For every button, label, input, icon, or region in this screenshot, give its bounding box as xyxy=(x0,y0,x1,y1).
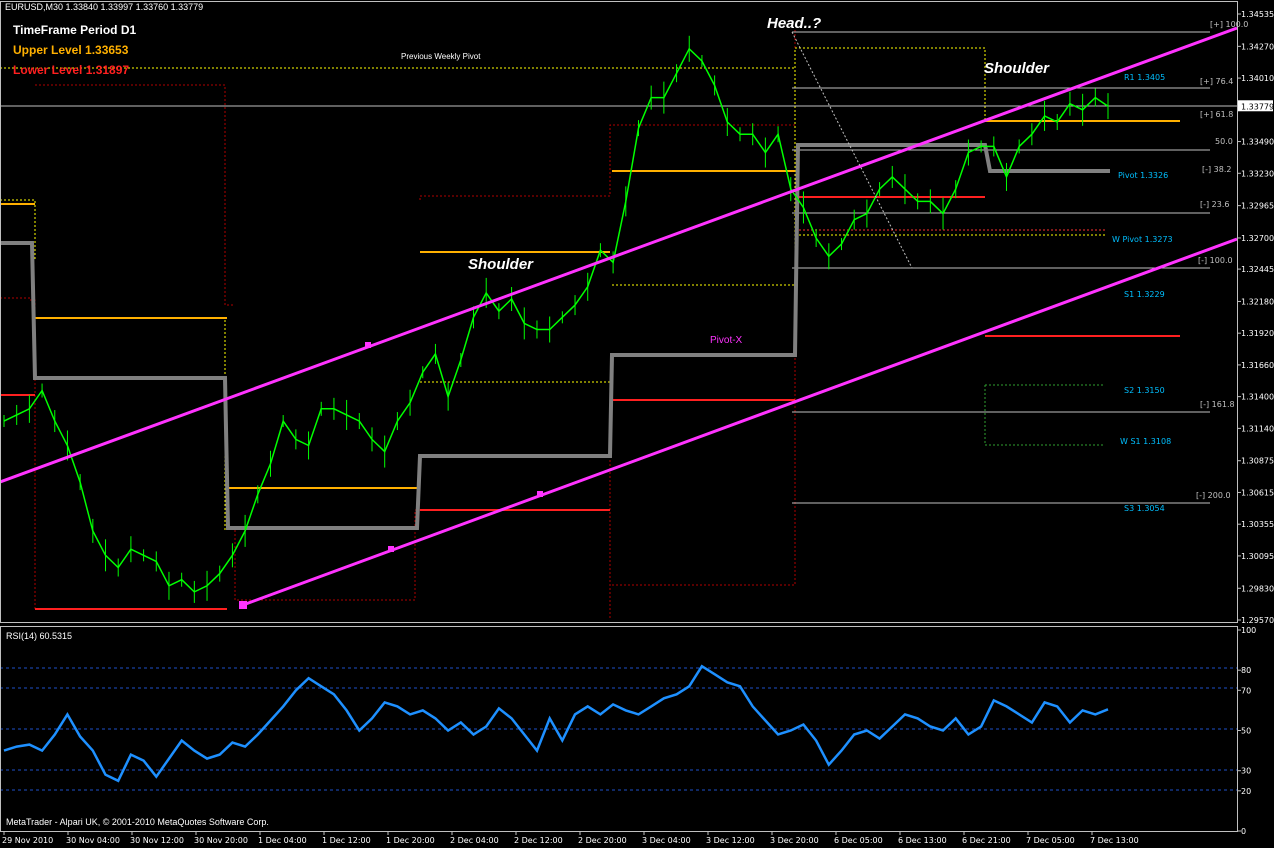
time-tick-label: 6 Dec 05:00 xyxy=(834,836,883,845)
time-tick-label: 1 Dec 12:00 xyxy=(322,836,371,845)
time-tick-label: 6 Dec 13:00 xyxy=(898,836,947,845)
chart-canvas: 1.34535 1.34270 1.34010 1.33779 1.33490 1.332… xyxy=(0,1,1274,845)
rsi-tick-label: 80 xyxy=(1241,666,1251,675)
level-label: W Pivot 1.3273 xyxy=(1112,235,1173,244)
level-label: [-] 38.2 xyxy=(1202,165,1231,174)
level-label: [-] 200.0 xyxy=(1196,491,1231,500)
copyright-text: MetaTrader - Alpari UK, © 2001-2010 Meta… xyxy=(6,817,269,827)
current-price-label: 1.33779 xyxy=(1241,102,1274,111)
trendline-anchor-1[interactable] xyxy=(239,601,247,609)
price-tick-label: 1.33230 xyxy=(1241,169,1274,178)
trendline-anchor-4[interactable] xyxy=(537,491,543,497)
time-tick-label: 7 Dec 13:00 xyxy=(1090,836,1139,845)
level-label: Pivot 1.3326 xyxy=(1118,171,1168,180)
right-shoulder-annotation: Shoulder xyxy=(984,60,1050,77)
time-tick-label: 3 Dec 04:00 xyxy=(642,836,691,845)
rsi-tick-label: 70 xyxy=(1241,686,1251,695)
price-tick-label: 1.33490 xyxy=(1241,138,1274,147)
price-axis: 1.34535 1.34270 1.34010 1.33779 1.33490 1.332… xyxy=(1237,10,1274,625)
price-tick-label: 1.30355 xyxy=(1241,520,1274,529)
time-tick-label: 1 Dec 04:00 xyxy=(258,836,307,845)
price-tick-label: 1.31920 xyxy=(1241,329,1274,338)
timeframe-label: TimeFrame Period D1 xyxy=(13,23,137,37)
level-label: [-] 161.8 xyxy=(1200,400,1235,409)
price-tick-label: 1.31660 xyxy=(1241,361,1274,370)
time-tick-label: 7 Dec 05:00 xyxy=(1026,836,1075,845)
level-label: [+] 76.4 xyxy=(1200,77,1233,86)
price-tick-label: 1.34270 xyxy=(1241,42,1274,51)
price-tick-label: 1.30615 xyxy=(1241,488,1274,497)
price-tick-label: 1.31140 xyxy=(1241,424,1274,433)
time-tick-label: 3 Dec 12:00 xyxy=(706,836,755,845)
level-label: [-] 100.0 xyxy=(1198,256,1233,265)
trendline-anchor-3[interactable] xyxy=(388,546,394,552)
price-tick-label: 1.32180 xyxy=(1241,297,1274,306)
time-axis: 29 Nov 2010 30 Nov 04:00 30 Nov 12:00 30 No… xyxy=(2,831,1139,845)
time-tick-label: 6 Dec 21:00 xyxy=(962,836,1011,845)
time-tick-label: 3 Dec 20:00 xyxy=(770,836,819,845)
price-tick-label: 1.34010 xyxy=(1241,74,1274,83)
price-tick-label: 1.29570 xyxy=(1241,616,1274,625)
price-tick-label: 1.30095 xyxy=(1241,552,1274,561)
upper-level-label: Upper Level 1.33653 xyxy=(13,43,129,57)
price-tick-label: 1.30875 xyxy=(1241,457,1274,466)
level-label: S3 1.3054 xyxy=(1124,504,1165,513)
time-tick-label: 30 Nov 12:00 xyxy=(130,836,184,845)
price-tick-label: 1.32445 xyxy=(1241,265,1274,274)
level-label: [-] 23.6 xyxy=(1200,200,1229,209)
level-label: S1 1.3229 xyxy=(1124,290,1165,299)
time-tick-label: 2 Dec 12:00 xyxy=(514,836,563,845)
price-tick-label: 1.32700 xyxy=(1241,234,1274,243)
level-label: W S1 1.3108 xyxy=(1120,437,1171,446)
symbol-line: EURUSD,M30 1.33840 1.33997 1.33760 1.337… xyxy=(5,2,204,12)
rsi-label: RSI(14) 60.5315 xyxy=(6,631,73,641)
rsi-axis: 100 80 70 50 30 20 0 xyxy=(1237,626,1256,836)
price-tick-label: 1.32965 xyxy=(1241,202,1274,211)
level-label: R1 1.3405 xyxy=(1124,73,1165,82)
time-tick-label: 30 Nov 04:00 xyxy=(66,836,120,845)
rsi-tick-label: 50 xyxy=(1241,727,1251,736)
lower-level-label: Lower Level 1.31897 xyxy=(13,63,130,77)
time-tick-label: 30 Nov 20:00 xyxy=(194,836,248,845)
rsi-tick-label: 0 xyxy=(1241,827,1246,836)
pivot-x-label: Pivot-X xyxy=(710,335,743,346)
level-label: S2 1.3150 xyxy=(1124,386,1165,395)
time-tick-label: 2 Dec 20:00 xyxy=(578,836,627,845)
rsi-tick-label: 20 xyxy=(1241,787,1251,796)
price-tick-label: 1.34535 xyxy=(1241,10,1274,19)
level-label: 50.0 xyxy=(1215,137,1233,146)
left-shoulder-annotation: Shoulder xyxy=(468,256,534,273)
price-tick-label: 1.29830 xyxy=(1241,584,1274,593)
time-tick-label: 29 Nov 2010 xyxy=(2,836,53,845)
previous-weekly-pivot-label: Previous Weekly Pivot xyxy=(401,52,481,61)
head-annotation: Head..? xyxy=(767,15,822,32)
price-tick-label: 1.31400 xyxy=(1241,393,1274,402)
rsi-tick-label: 100 xyxy=(1241,626,1256,635)
trendline-anchor-2[interactable] xyxy=(365,342,371,348)
level-label: [+] 61.8 xyxy=(1200,110,1233,119)
rsi-tick-label: 30 xyxy=(1241,767,1251,776)
time-tick-label: 1 Dec 20:00 xyxy=(386,836,435,845)
level-label: [+] 100.0 xyxy=(1210,20,1248,29)
time-tick-label: 2 Dec 04:00 xyxy=(450,836,499,845)
